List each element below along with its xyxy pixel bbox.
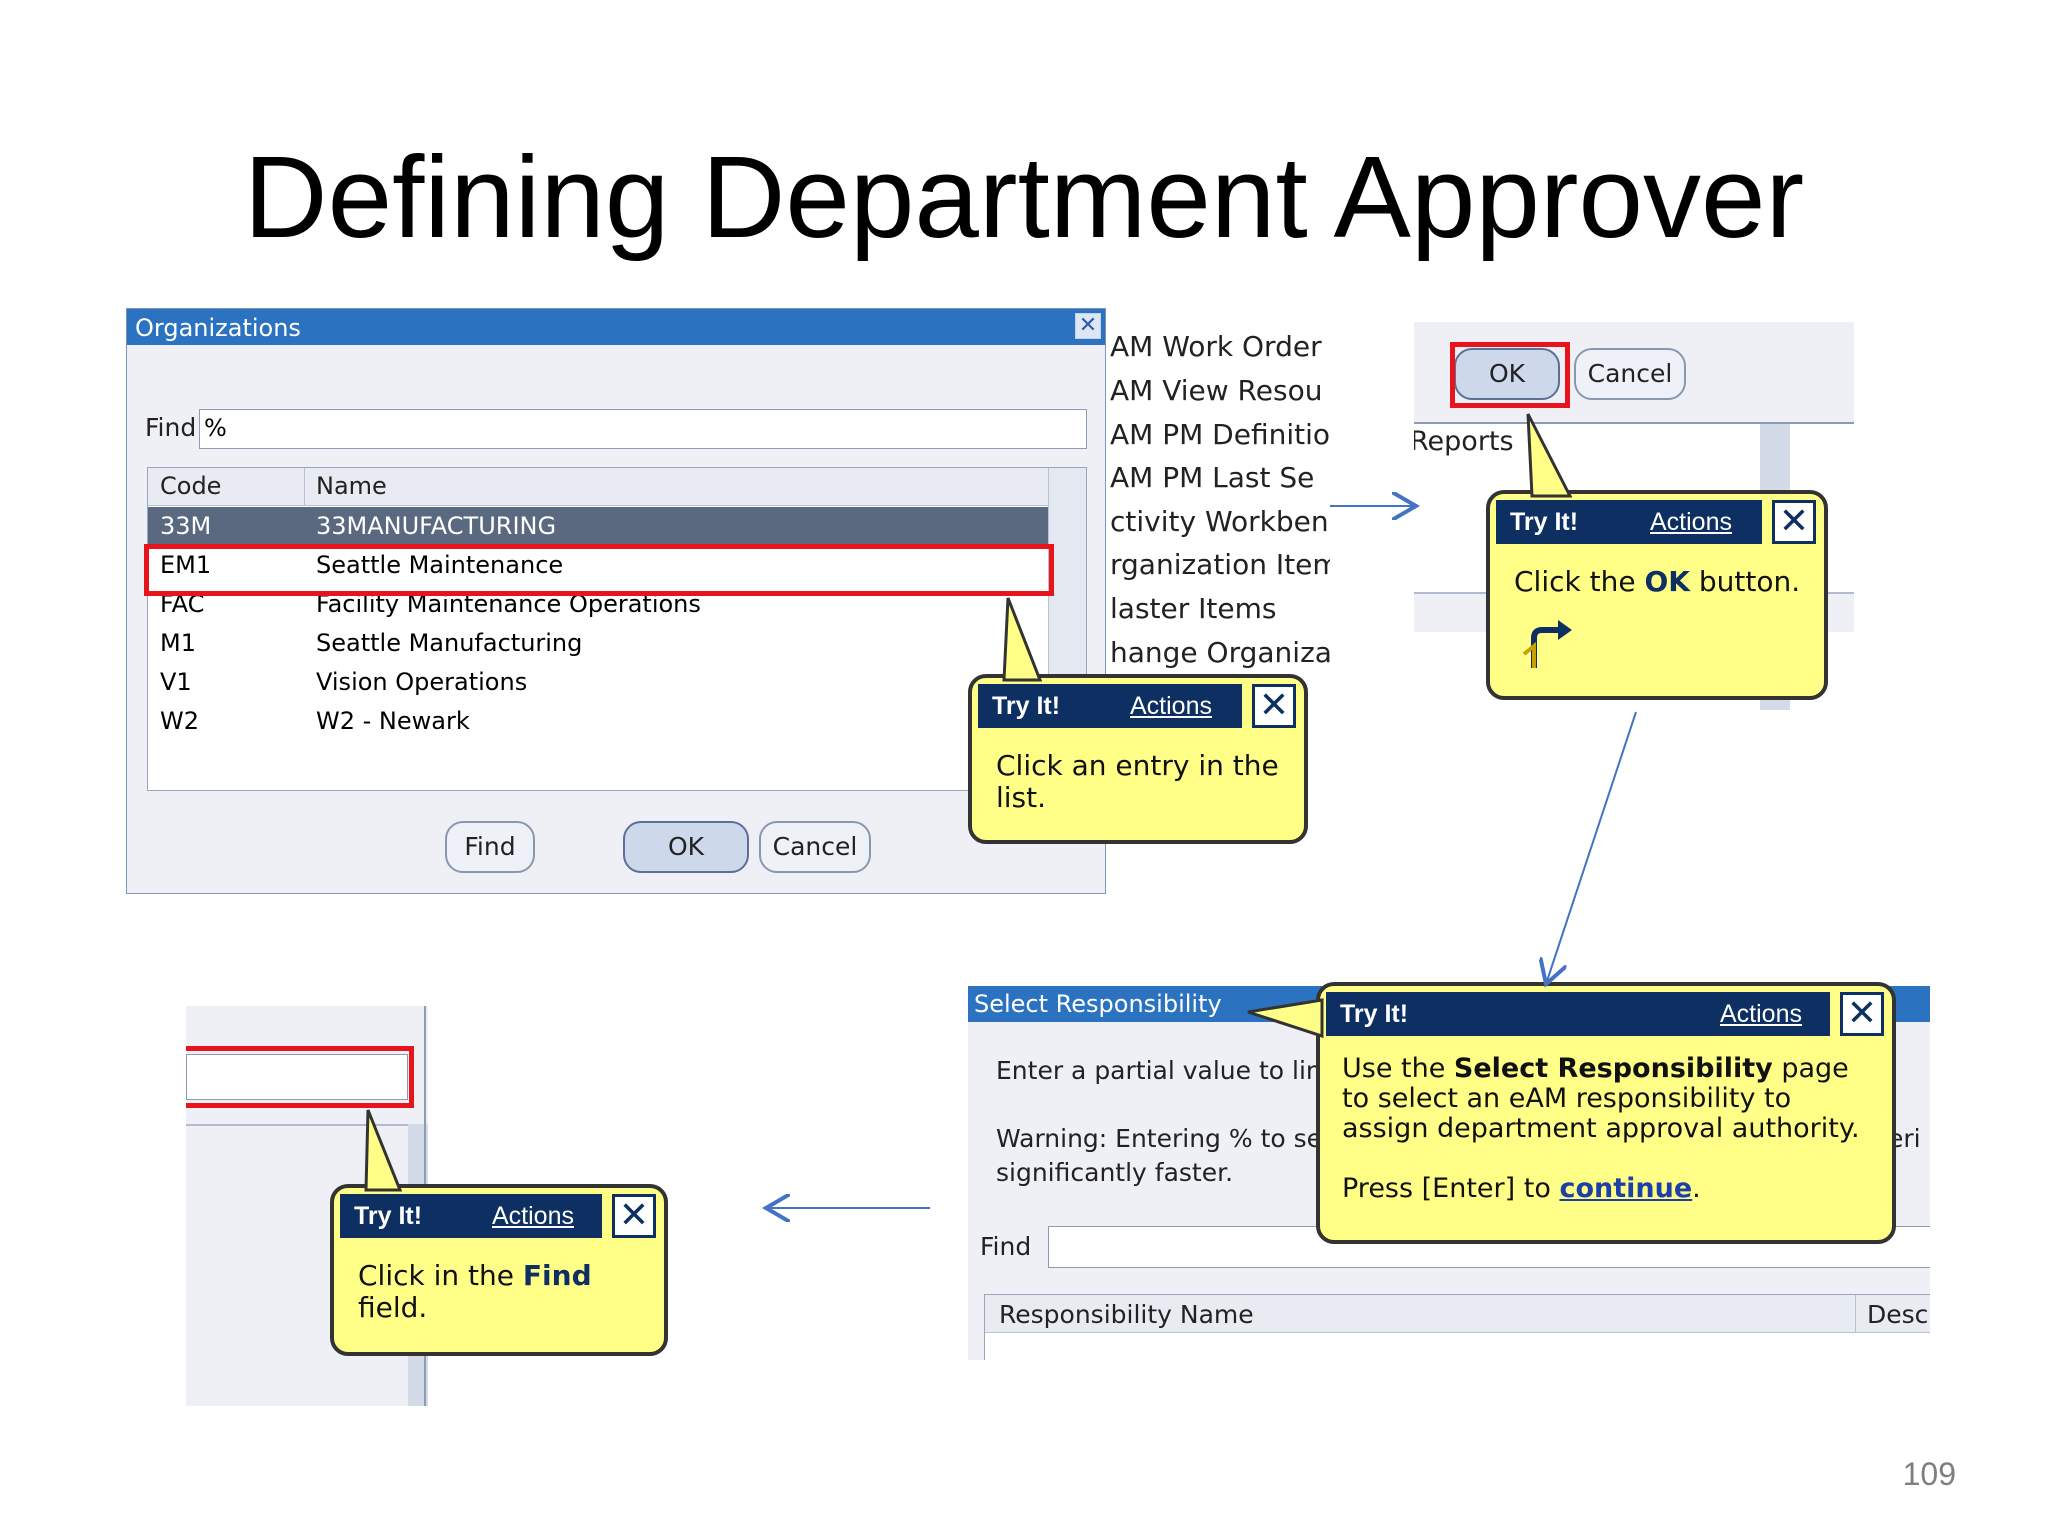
dialog-title: Organizations xyxy=(135,314,301,342)
table-row[interactable]: M1 Seattle Manufacturing xyxy=(148,624,1048,663)
close-icon[interactable]: ✕ xyxy=(1772,500,1816,544)
try-it-label: Try It! xyxy=(354,1202,423,1230)
column-header-name: Responsibility Name xyxy=(999,1300,1254,1329)
find-label: Find xyxy=(145,413,197,442)
highlight-row-box xyxy=(144,544,1054,596)
row-code: W2 xyxy=(160,707,199,735)
bubble-text: Click in the Find field. xyxy=(358,1260,646,1324)
actions-link[interactable]: Actions xyxy=(492,1202,574,1231)
row-name: Seattle Manufacturing xyxy=(316,629,583,657)
column-header-desc: Desc xyxy=(1867,1300,1929,1329)
table-row[interactable]: V1 Vision Operations xyxy=(148,663,1048,702)
close-icon[interactable]: ✕ xyxy=(1840,992,1884,1036)
actions-link[interactable]: Actions xyxy=(1720,1000,1802,1029)
press-period: . xyxy=(1692,1173,1701,1204)
keyword: Find xyxy=(522,1259,592,1292)
bubble-header: Try It! Actions xyxy=(1326,992,1830,1036)
cancel-button[interactable]: Cancel xyxy=(1574,348,1686,400)
menu-fragment: AM Work Order AM View Resou AM PM Defini… xyxy=(1106,300,1330,680)
actions-link[interactable]: Actions xyxy=(1650,508,1732,537)
try-it-label: Try It! xyxy=(1510,508,1579,536)
close-icon[interactable]: ✕ xyxy=(1075,313,1101,339)
row-code: 33M xyxy=(160,512,212,540)
bubble-header: Try It! Actions xyxy=(1496,500,1762,544)
menu-item[interactable]: hange Organizat xyxy=(1110,636,1330,669)
press-text: Press [Enter] to xyxy=(1342,1173,1560,1204)
tryit-bubble-find-field: Try It! Actions ✕ Click in the Find fiel… xyxy=(330,1184,668,1356)
warning-text-1: Warning: Entering % to see xyxy=(996,1124,1338,1153)
instruction-text: Enter a partial value to limit xyxy=(996,1056,1348,1085)
menu-item[interactable]: rganization Item xyxy=(1110,548,1330,581)
menu-item[interactable]: AM View Resou xyxy=(1110,374,1322,407)
responsibility-table: Responsibility Name Desc xyxy=(984,1294,1930,1360)
menu-item[interactable]: laster Items xyxy=(1110,592,1276,625)
close-icon[interactable]: ✕ xyxy=(1252,684,1296,728)
close-icon[interactable]: ✕ xyxy=(612,1194,656,1238)
warning-text-2: significantly faster. xyxy=(996,1158,1234,1187)
bubble-text: Click an entry in the list. xyxy=(996,749,1279,814)
tryit-bubble-select-responsibility: Try It! Actions ✕ Use the Select Respons… xyxy=(1316,982,1896,1244)
reports-label: Reports xyxy=(1414,426,1514,457)
highlight-ok-box xyxy=(1450,342,1570,408)
bubble-text: Use the Select Responsibility page to se… xyxy=(1342,1054,1874,1204)
row-name: Vision Operations xyxy=(316,668,528,696)
keyword: Select Responsibility xyxy=(1453,1053,1773,1084)
menu-item[interactable]: AM PM Definitio xyxy=(1110,418,1330,451)
organizations-dialog: Organizations ✕ Find % Code Name 33M 33M… xyxy=(126,308,1106,894)
cancel-button[interactable]: Cancel xyxy=(759,821,871,873)
table-row[interactable]: W2 W2 - Newark xyxy=(148,702,1048,741)
find-label: Find xyxy=(980,1232,1032,1261)
bubble-header: Try It! Actions xyxy=(978,684,1242,728)
bubble-text: Click the OK button. xyxy=(1514,566,1806,598)
find-input[interactable]: % xyxy=(199,409,1087,449)
column-header-code: Code xyxy=(160,472,222,500)
bubble-header: Try It! Actions xyxy=(340,1194,602,1238)
organizations-list: Code Name 33M 33MANUFACTURING EM1 Seattl… xyxy=(147,467,1087,791)
tryit-bubble-list-entry: Try It! Actions ✕ Click an entry in the … xyxy=(968,674,1308,844)
ok-button[interactable]: OK xyxy=(623,821,749,873)
dialog-titlebar: Organizations ✕ xyxy=(127,309,1105,345)
try-it-label: Try It! xyxy=(992,692,1061,720)
slide-title: Defining Department Approver xyxy=(243,132,1805,262)
page-number: 109 xyxy=(1902,1456,1956,1492)
flow-arrow xyxy=(1546,711,1637,984)
menu-item[interactable]: AM Work Order xyxy=(1110,330,1322,363)
tryit-bubble-ok: Try It! Actions ✕ Click the OK button. xyxy=(1486,490,1828,700)
dialog-title: Select Responsibility xyxy=(974,990,1222,1018)
text-before: Use the xyxy=(1342,1053,1454,1084)
continue-link[interactable]: continue xyxy=(1559,1173,1692,1204)
text-after: button. xyxy=(1689,565,1801,598)
menu-item[interactable]: ctivity Workbenc xyxy=(1110,505,1330,538)
text-after: field. xyxy=(358,1291,428,1324)
turn-right-arrow-icon xyxy=(1522,620,1572,668)
press-line: Press [Enter] to continue. xyxy=(1342,1174,1874,1204)
highlight-find-box xyxy=(186,1046,414,1108)
row-name: 33MANUFACTURING xyxy=(316,512,557,540)
find-button[interactable]: Find xyxy=(445,821,535,873)
text-before: Click the xyxy=(1514,565,1645,598)
menu-item[interactable]: AM PM Last Se xyxy=(1110,461,1314,494)
row-code: M1 xyxy=(160,629,196,657)
table-row[interactable]: 33M 33MANUFACTURING xyxy=(148,507,1048,546)
column-header-name: Name xyxy=(316,472,387,500)
try-it-label: Try It! xyxy=(1340,1000,1409,1028)
actions-link[interactable]: Actions xyxy=(1130,692,1212,721)
keyword: OK xyxy=(1644,565,1690,598)
text-before: Click in the xyxy=(358,1259,523,1292)
row-code: V1 xyxy=(160,668,192,696)
list-header: Code Name xyxy=(148,468,1048,506)
row-name: W2 - Newark xyxy=(316,707,470,735)
